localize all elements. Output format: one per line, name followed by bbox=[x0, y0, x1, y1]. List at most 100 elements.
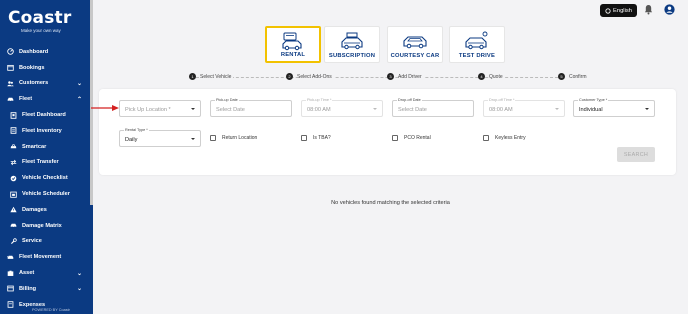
chevron-down-icon[interactable]: ⌄ bbox=[77, 285, 82, 292]
pickup-time-select[interactable]: Pick-up Time * 08:00 AM bbox=[301, 98, 383, 117]
dropoff-time-select[interactable]: Drop-off Time * 08:00 AM bbox=[483, 98, 565, 117]
step-number: 4 bbox=[478, 73, 485, 80]
sidebar-item-label: Damage Matrix bbox=[22, 222, 62, 229]
step-label: Add Driver bbox=[398, 73, 424, 80]
pco-rental-checkbox[interactable]: PCO Rental bbox=[392, 135, 431, 141]
sidebar-item-fleet-dashboard[interactable]: Fleet Dashboard bbox=[0, 107, 93, 123]
search-form-panel: Pick Up Location * Pick-up Date Select D… bbox=[99, 89, 676, 175]
dropoff-date-field[interactable]: Drop-off Date Select Date bbox=[392, 98, 474, 117]
sidebar-item-fleet-inventory[interactable]: Fleet Inventory bbox=[0, 123, 93, 139]
rental-type-value: Daily bbox=[125, 137, 138, 143]
is-tba-label: Is TBA? bbox=[313, 135, 331, 141]
keyless-entry-label: Keyless Entry bbox=[495, 135, 526, 141]
sidebar-item-fleet[interactable]: Fleet ⌃ bbox=[0, 91, 93, 107]
sidebar-item-fleet-movement[interactable]: Fleet Movement bbox=[0, 249, 93, 265]
language-label: English bbox=[612, 7, 632, 14]
customer-type-select[interactable]: Customer Type * Individual bbox=[573, 98, 655, 117]
inventory-icon bbox=[10, 127, 17, 135]
sidebar: Coastr Make your own way Dashboard Bookin… bbox=[0, 0, 93, 314]
transfer-icon bbox=[10, 159, 17, 166]
sidebar-item-vehicle-checklist[interactable]: Vehicle Checklist bbox=[0, 170, 93, 186]
sidebar-item-label: Customers bbox=[19, 80, 49, 87]
step-number: 2 bbox=[286, 73, 293, 80]
sidebar-item-label: Asset bbox=[19, 270, 35, 277]
logo-text: Coastr bbox=[8, 8, 72, 28]
chevron-up-icon[interactable]: ⌃ bbox=[77, 96, 82, 103]
sidebar-item-label: Dashboard bbox=[19, 48, 49, 55]
sidebar-item-vehicle-scheduler[interactable]: Vehicle Scheduler bbox=[0, 186, 93, 202]
wrench-icon bbox=[10, 238, 17, 245]
expenses-icon bbox=[7, 301, 14, 308]
rental-type-card-test-drive[interactable]: TEST DRIVE bbox=[449, 26, 505, 63]
step-label: Confirm bbox=[569, 73, 589, 80]
language-button[interactable]: English bbox=[600, 4, 637, 17]
return-location-label: Return Location bbox=[222, 135, 258, 141]
fleet-dashboard-icon bbox=[10, 111, 17, 119]
step-1: 1 Select Vehicle bbox=[189, 73, 234, 80]
is-tba-checkbox[interactable]: Is TBA? bbox=[301, 135, 331, 141]
rental-type-card-rental[interactable]: RENTAL bbox=[265, 26, 321, 63]
user-account-icon[interactable] bbox=[664, 4, 675, 15]
sidebar-item-label: Service bbox=[22, 238, 42, 245]
keyless-entry-checkbox[interactable]: Keyless Entry bbox=[483, 135, 526, 141]
powered-by: POWERED BY Coastr bbox=[32, 308, 70, 312]
sidebar-item-service[interactable]: Service bbox=[0, 234, 93, 250]
pickup-date-field[interactable]: Pick-up Date Select Date bbox=[210, 98, 292, 117]
sidebar-item-label: Fleet Movement bbox=[19, 254, 62, 261]
dropoff-date-label: Drop-off Date bbox=[397, 98, 422, 102]
checkbox-box[interactable] bbox=[392, 135, 398, 141]
topbar: English bbox=[93, 0, 688, 20]
step-label: Select Vehicle bbox=[200, 73, 234, 80]
pickup-location-select[interactable]: Pick Up Location * bbox=[119, 100, 201, 117]
sidebar-item-fleet-transfer[interactable]: Fleet Transfer bbox=[0, 155, 93, 171]
courtesy-car-icon bbox=[402, 27, 428, 56]
language-icon bbox=[605, 7, 611, 14]
chevron-down-icon[interactable]: ⌄ bbox=[77, 80, 82, 87]
bell-icon[interactable] bbox=[644, 4, 653, 15]
scheduler-icon bbox=[10, 191, 17, 198]
sidebar-scrollbar[interactable] bbox=[90, 0, 93, 205]
rental-type-card-subscription[interactable]: SUBSCRIPTION bbox=[324, 26, 380, 63]
checkbox-box[interactable] bbox=[210, 135, 216, 141]
stepper-line bbox=[196, 76, 563, 78]
checkbox-box[interactable] bbox=[301, 135, 307, 141]
rental-type-label: TEST DRIVE bbox=[458, 53, 496, 59]
sidebar-item-billing[interactable]: Billing ⌄ bbox=[0, 281, 93, 297]
sidebar-item-label: Vehicle Scheduler bbox=[22, 191, 70, 198]
smartcar-icon bbox=[10, 143, 17, 150]
rental-type-label: Rental Type * bbox=[124, 128, 149, 132]
rental-type-card-courtesy-car[interactable]: COURTESY CAR bbox=[387, 26, 443, 63]
sidebar-item-smartcar[interactable]: Smartcar bbox=[0, 139, 93, 155]
rental-type-label: RENTAL bbox=[280, 52, 306, 58]
dropdown-caret-icon bbox=[191, 137, 195, 140]
movement-icon bbox=[7, 254, 14, 261]
checkbox-box[interactable] bbox=[483, 135, 489, 141]
chevron-down-icon[interactable]: ⌄ bbox=[77, 270, 82, 277]
sidebar-item-damages[interactable]: Damages bbox=[0, 202, 93, 218]
sidebar-item-label: Fleet Transfer bbox=[22, 159, 59, 166]
customer-type-label: Customer Type * bbox=[578, 98, 609, 102]
pickup-time-label: Pick-up Time * bbox=[306, 98, 333, 102]
customer-type-value: Individual bbox=[579, 107, 603, 113]
sidebar-item-asset[interactable]: Asset ⌄ bbox=[0, 265, 93, 281]
sidebar-nav: Dashboard Bookings Customers ⌄ Fleet ⌃ Fleet D… bbox=[0, 44, 93, 313]
sidebar-item-damage-matrix[interactable]: Damage Matrix bbox=[0, 218, 93, 234]
dropdown-caret-icon bbox=[555, 107, 559, 110]
return-location-checkbox[interactable]: Return Location bbox=[210, 135, 257, 141]
step-4: 4 Quote bbox=[478, 73, 505, 80]
sidebar-item-bookings[interactable]: Bookings bbox=[0, 60, 93, 76]
step-5: 5 Confirm bbox=[558, 73, 589, 80]
matrix-icon bbox=[10, 222, 17, 229]
sidebar-item-label: Fleet bbox=[19, 96, 33, 103]
rental-type-label: COURTESY CAR bbox=[390, 53, 440, 59]
pickup-date-placeholder: Select Date bbox=[216, 107, 245, 113]
sidebar-item-customers[interactable]: Customers ⌄ bbox=[0, 76, 93, 92]
dropdown-caret-icon bbox=[191, 107, 195, 110]
sidebar-item-dashboard[interactable]: Dashboard bbox=[0, 44, 93, 60]
search-button[interactable]: SEARCH bbox=[617, 147, 655, 162]
dashboard-icon bbox=[7, 48, 14, 56]
coastr-logo[interactable]: Coastr Make your own way bbox=[8, 9, 88, 33]
step-2: 2 Select Add-Ons bbox=[286, 73, 334, 80]
asset-icon bbox=[7, 270, 14, 277]
rental-type-select[interactable]: Rental Type * Daily bbox=[119, 128, 201, 147]
